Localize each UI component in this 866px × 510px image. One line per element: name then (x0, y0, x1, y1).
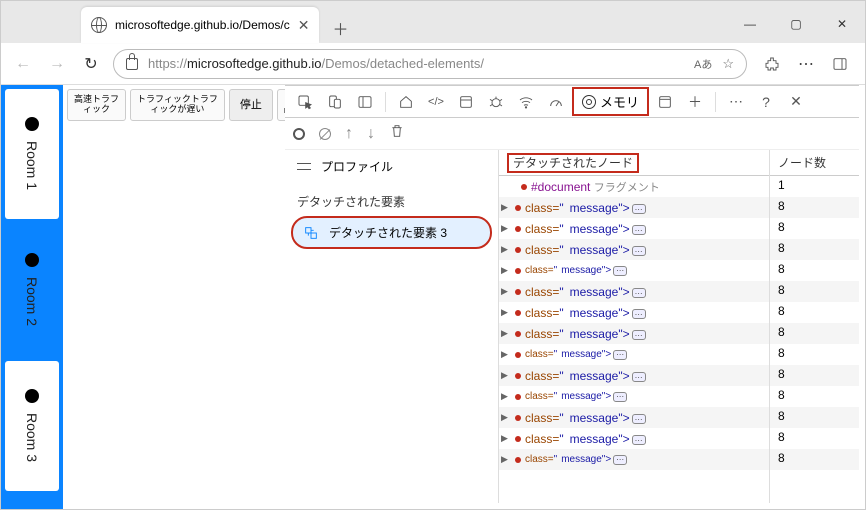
url-text: https://microsoftedge.github.io/Demos/de… (148, 56, 484, 71)
window-controls: — ▢ ✕ (727, 5, 865, 43)
elements-tab[interactable]: </> (422, 88, 450, 116)
detached-header: デタッチされた要素 (285, 183, 498, 214)
close-devtools-button[interactable]: ✕ (782, 88, 810, 116)
export-up-icon[interactable]: ↑ (345, 125, 353, 143)
node-row[interactable]: ▶ class="message">⋯ (499, 365, 769, 386)
memory-tab[interactable]: メモリ (572, 87, 649, 116)
profile-row[interactable]: プロファイル (285, 150, 498, 183)
detached-icon (303, 225, 319, 241)
dot-icon (25, 389, 39, 403)
stop-button[interactable]: 停止 (229, 89, 273, 121)
node-row[interactable]: ▶ class="message">⋯ (499, 386, 769, 407)
minimize-button[interactable]: — (727, 5, 773, 43)
more-icon[interactable]: ⋯ (722, 88, 750, 116)
lock-icon (126, 58, 138, 70)
devtools-panel: </> メモリ ＋ ⋯ ? ✕ ↑ ↓ プロファイル デタッチされた要素 (285, 85, 859, 503)
extensions-icon[interactable] (757, 49, 787, 79)
count-cell: 8 (770, 428, 859, 449)
sidebar-icon[interactable] (825, 49, 855, 79)
count-cell: 8 (770, 239, 859, 260)
node-row[interactable]: ▶ class="message">⋯ (499, 344, 769, 365)
dock-icon[interactable] (351, 88, 379, 116)
devtools-tabbar: </> メモリ ＋ ⋯ ? ✕ (285, 86, 859, 118)
node-row[interactable]: ▶ class="message">⋯ (499, 407, 769, 428)
device-icon[interactable] (321, 88, 349, 116)
application-tab[interactable] (651, 88, 679, 116)
dot-icon (25, 253, 39, 267)
count-cell: 8 (770, 302, 859, 323)
globe-icon (91, 17, 107, 33)
count-cell: 8 (770, 197, 859, 218)
dot-icon (25, 117, 39, 131)
address-bar: ← → ↻ https://microsoftedge.github.io/De… (1, 43, 865, 85)
maximize-button[interactable]: ▢ (773, 5, 819, 43)
room-tab-1[interactable]: Room 1 (5, 89, 59, 219)
count-cell: 1 (770, 176, 859, 197)
fast-traffic-button[interactable]: 高速トラフィック (67, 89, 126, 121)
record-button[interactable] (293, 128, 305, 140)
back-button: ← (11, 55, 35, 73)
node-row[interactable]: ▶ class="message">⋯ (499, 428, 769, 449)
tab-title: microsoftedge.github.io/Demos/c (115, 18, 290, 32)
doc-fragment-row[interactable]: #document フラグメント (499, 176, 769, 197)
reader-icon[interactable]: Aあ (694, 56, 712, 72)
clear-button[interactable] (319, 128, 331, 140)
help-icon[interactable]: ? (752, 88, 780, 116)
close-window-button[interactable]: ✕ (819, 5, 865, 43)
node-row[interactable]: ▶ class="message">⋯ (499, 260, 769, 281)
network-icon[interactable] (512, 88, 540, 116)
detached-elements-item[interactable]: デタッチされた要素 3 (291, 216, 492, 249)
slow-traffic-button[interactable]: トラフィックトラフィックが遅い (130, 89, 225, 121)
more-tabs-button[interactable]: ＋ (681, 88, 709, 116)
detached-table: デタッチされたノード #document フラグメント ▶ class="mes… (499, 150, 859, 503)
browser-tab[interactable]: microsoftedge.github.io/Demos/c ✕ (81, 7, 319, 43)
count-cell: 8 (770, 260, 859, 281)
count-cell: 8 (770, 344, 859, 365)
room-list: Room 1 Room 2 Room 3 (1, 85, 63, 509)
count-cell: 8 (770, 281, 859, 302)
count-cell: 8 (770, 365, 859, 386)
new-tab-button[interactable]: ＋ (325, 13, 355, 43)
bug-icon[interactable] (482, 88, 510, 116)
red-dot-icon (521, 184, 527, 190)
count-cell: 8 (770, 407, 859, 428)
node-row[interactable]: ▶ class="message">⋯ (499, 281, 769, 302)
room-tab-2[interactable]: Room 2 (5, 225, 59, 355)
count-cell: 8 (770, 449, 859, 470)
col-header-count[interactable]: ノード数 (770, 150, 859, 176)
close-tab-icon[interactable]: ✕ (298, 17, 310, 34)
forward-button: → (45, 55, 69, 73)
node-row[interactable]: ▶ class="message">⋯ (499, 239, 769, 260)
performance-icon[interactable] (542, 88, 570, 116)
count-cell: 8 (770, 386, 859, 407)
import-down-icon[interactable]: ↓ (367, 125, 375, 143)
sources-tab[interactable] (452, 88, 480, 116)
node-row[interactable]: ▶ class="message">⋯ (499, 197, 769, 218)
room-tab-3[interactable]: Room 3 (5, 361, 59, 491)
room-label: Room 3 (24, 413, 40, 462)
trash-icon[interactable] (389, 123, 405, 144)
memory-toolbar: ↑ ↓ (285, 118, 859, 150)
refresh-button[interactable]: ↻ (79, 54, 103, 74)
room-label: Room 1 (24, 141, 40, 190)
welcome-tab[interactable] (392, 88, 420, 116)
node-row[interactable]: ▶ class="message">⋯ (499, 449, 769, 470)
node-row[interactable]: ▶ class="message">⋯ (499, 302, 769, 323)
profiles-sidebar: プロファイル デタッチされた要素 デタッチされた要素 3 (285, 150, 499, 503)
room-label: Room 2 (24, 277, 40, 326)
node-row[interactable]: ▶ class="message">⋯ (499, 323, 769, 344)
menu-icon[interactable]: ⋯ (791, 49, 821, 79)
titlebar: microsoftedge.github.io/Demos/c ✕ ＋ — ▢ … (1, 1, 865, 43)
count-cell: 8 (770, 218, 859, 239)
url-box[interactable]: https://microsoftedge.github.io/Demos/de… (113, 49, 747, 79)
col-header-nodes[interactable]: デタッチされたノード (499, 150, 769, 176)
inspect-icon[interactable] (291, 88, 319, 116)
favorite-icon[interactable]: ☆ (722, 56, 734, 72)
sliders-icon (297, 160, 311, 174)
node-row[interactable]: ▶ class="message">⋯ (499, 218, 769, 239)
memory-icon (582, 95, 596, 109)
count-cell: 8 (770, 323, 859, 344)
